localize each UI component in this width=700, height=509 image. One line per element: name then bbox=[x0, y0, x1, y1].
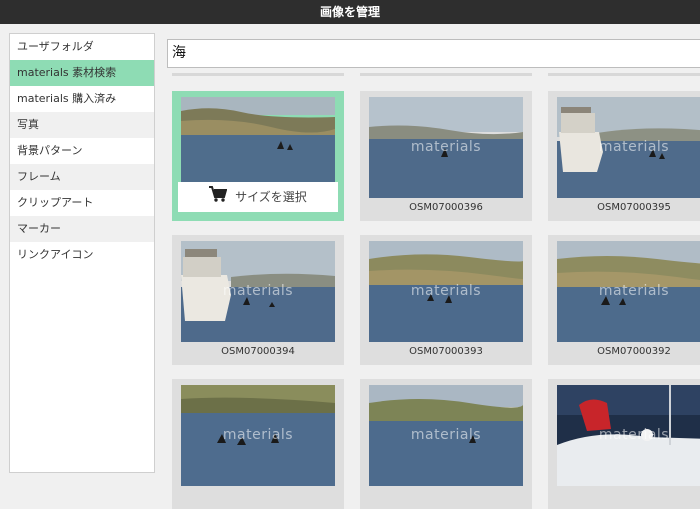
thumbnail-image: materials bbox=[181, 385, 335, 486]
image-card[interactable]: materials OSM07000394 bbox=[172, 235, 344, 365]
thumbnail-image: materials bbox=[557, 97, 700, 198]
image-card[interactable]: materials bbox=[360, 379, 532, 509]
sidebar: ユーザフォルダ materials 素材検索 materials 購入済み 写真… bbox=[9, 33, 155, 473]
select-size-button[interactable]: サイズを選択 bbox=[178, 182, 338, 212]
sidebar-item-materials-search[interactable]: materials 素材検索 bbox=[10, 60, 154, 86]
sidebar-item-frames[interactable]: フレーム bbox=[10, 164, 154, 190]
watermark: materials bbox=[410, 139, 482, 155]
watermark: materials bbox=[222, 427, 294, 443]
sidebar-item-clipart[interactable]: クリップアート bbox=[10, 190, 154, 216]
thumbnail-image: materials bbox=[557, 241, 700, 342]
image-caption: OSM07000392 bbox=[597, 346, 671, 357]
watermark: materials bbox=[410, 283, 482, 299]
image-caption: OSM07000393 bbox=[409, 346, 483, 357]
image-card[interactable]: materials OSM07000395 bbox=[548, 91, 700, 221]
shopping-cart-icon bbox=[209, 183, 228, 213]
search-input[interactable]: 海 bbox=[167, 39, 700, 68]
thumbnail-image: materials bbox=[557, 385, 700, 486]
watermark: materials bbox=[410, 427, 482, 443]
sidebar-item-materials-purchased[interactable]: materials 購入済み bbox=[10, 86, 154, 112]
watermark: materials bbox=[598, 283, 670, 299]
image-caption: OSM07000396 bbox=[409, 202, 483, 213]
thumbnail-image: materials bbox=[369, 385, 523, 486]
row-divider bbox=[172, 73, 344, 76]
row-divider bbox=[360, 73, 532, 76]
image-caption: OSM07000394 bbox=[221, 346, 295, 357]
row-divider bbox=[548, 73, 700, 76]
image-card[interactable]: materials OSM07000396 bbox=[360, 91, 532, 221]
image-card[interactable]: materials OSM07000392 bbox=[548, 235, 700, 365]
thumbnail-image: materials bbox=[369, 97, 523, 198]
watermark: materials bbox=[598, 427, 670, 443]
image-card[interactable]: materials bbox=[172, 379, 344, 509]
select-size-label: サイズを選択 bbox=[235, 190, 307, 204]
image-card[interactable]: materials bbox=[548, 379, 700, 509]
watermark: materials bbox=[598, 139, 670, 155]
thumbnail-image: materials bbox=[181, 241, 335, 342]
window-title: 画像を管理 bbox=[0, 0, 700, 24]
sidebar-item-link-icons[interactable]: リンクアイコン bbox=[10, 242, 154, 268]
image-card[interactable]: materials OSM07000393 bbox=[360, 235, 532, 365]
image-card[interactable]: サイズを選択 bbox=[172, 91, 344, 221]
sidebar-item-markers[interactable]: マーカー bbox=[10, 216, 154, 242]
sidebar-item-background-patterns[interactable]: 背景パターン bbox=[10, 138, 154, 164]
sidebar-item-user-folder[interactable]: ユーザフォルダ bbox=[10, 34, 154, 60]
sidebar-item-photos[interactable]: 写真 bbox=[10, 112, 154, 138]
image-caption: OSM07000395 bbox=[597, 202, 671, 213]
watermark: materials bbox=[222, 283, 294, 299]
thumbnail-image: materials bbox=[369, 241, 523, 342]
